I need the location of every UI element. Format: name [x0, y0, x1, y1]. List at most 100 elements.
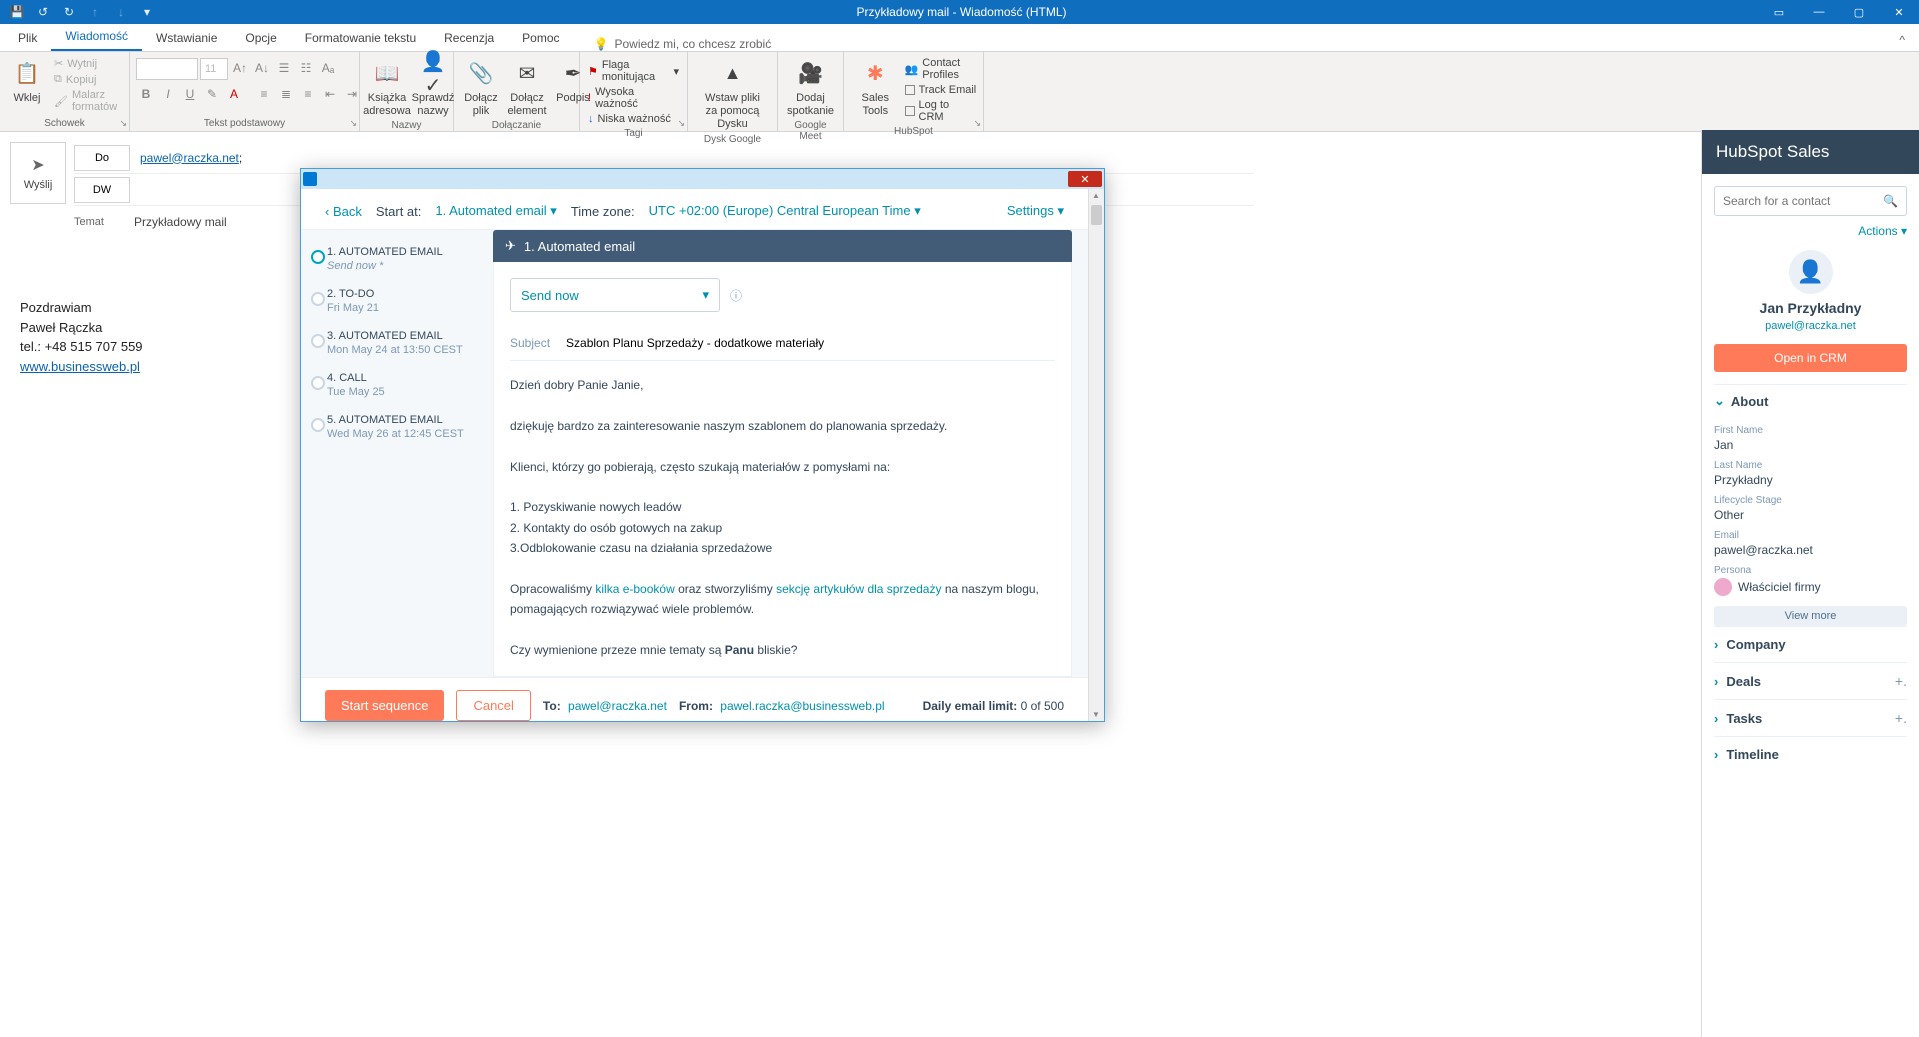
search-contact-input[interactable]: 🔍	[1714, 186, 1907, 216]
start-sequence-button[interactable]: Start sequence	[325, 690, 444, 721]
cc-button[interactable]: DW	[74, 177, 130, 203]
track-email-checkbox[interactable]: Track Email	[905, 83, 977, 97]
underline-button[interactable]: U	[180, 84, 200, 104]
minimize-button[interactable]: —	[1799, 0, 1839, 24]
tab-insert[interactable]: Wstawianie	[142, 25, 231, 51]
dialog-scrollbar[interactable]	[1088, 189, 1104, 721]
sequence-step[interactable]: 1. AUTOMATED EMAILSend now *	[327, 246, 477, 272]
deals-section[interactable]: ›Deals+.	[1714, 662, 1907, 699]
search-icon: 🔍	[1883, 194, 1898, 208]
qat-more-icon[interactable]: ▾	[138, 3, 156, 21]
tasks-section[interactable]: ›Tasks+.	[1714, 699, 1907, 736]
align-right-icon[interactable]: ≡	[298, 84, 318, 104]
chevron-down-icon: ▾	[702, 287, 709, 303]
hubspot-tools-button[interactable]: ✱Sales Tools	[850, 54, 901, 118]
add-deal-button[interactable]: +.	[1895, 673, 1907, 689]
email-template-body[interactable]: Dzień dobry Panie Janie, dziękuję bardzo…	[510, 361, 1055, 660]
tell-me-search[interactable]: 💡 Powiedz mi, co chcesz zrobić	[594, 37, 772, 51]
subject-field[interactable]: Przykładowy mail	[134, 215, 227, 229]
align-left-icon[interactable]: ≡	[254, 84, 274, 104]
styles-icon[interactable]: Aₐ	[318, 58, 338, 78]
high-importance-button[interactable]: !Wysoka ważność	[586, 85, 681, 111]
close-button[interactable]: ✕	[1879, 0, 1919, 24]
numbering-icon[interactable]: ☷	[296, 58, 316, 78]
contact-email-link[interactable]: pawel@raczka.net	[1714, 320, 1907, 332]
grow-font-icon[interactable]: A↑	[230, 58, 250, 78]
start-at-label: Start at:	[376, 204, 422, 219]
paste-label: Wklej	[14, 92, 41, 105]
hubspot-launcher-icon[interactable]: ↘	[973, 118, 981, 129]
to-recipient-link[interactable]: pawel@raczka.net	[140, 151, 239, 165]
dialog-close-button[interactable]: ✕	[1068, 171, 1102, 187]
about-section-header[interactable]: ⌄About	[1714, 384, 1907, 417]
cancel-button[interactable]: Cancel	[456, 690, 530, 721]
bullets-icon[interactable]: ☰	[274, 58, 294, 78]
tags-launcher-icon[interactable]: ↘	[677, 118, 685, 129]
tab-file[interactable]: Plik	[4, 25, 51, 51]
actions-dropdown[interactable]: Actions ▾	[1714, 224, 1907, 238]
sequence-step[interactable]: 5. AUTOMATED EMAILWed May 26 at 12:45 CE…	[327, 414, 477, 440]
font-family-select[interactable]	[136, 58, 198, 80]
tab-format[interactable]: Formatowanie tekstu	[291, 25, 430, 51]
subject-value[interactable]: Szablon Planu Sprzedaży - dodatkowe mate…	[566, 336, 824, 350]
send-button[interactable]: ➤ Wyślij	[10, 142, 66, 204]
scroll-thumb[interactable]	[1091, 205, 1102, 225]
signature-url-link[interactable]: www.businessweb.pl	[20, 359, 140, 374]
from-value[interactable]: pawel.raczka@businessweb.pl	[720, 699, 884, 713]
google-meet-button[interactable]: 🎥Dodaj spotkanie	[784, 54, 837, 118]
tab-help[interactable]: Pomoc	[508, 25, 573, 51]
send-timing-dropdown[interactable]: Send now▾	[510, 278, 720, 312]
collapse-ribbon-icon[interactable]: ^	[1895, 29, 1909, 51]
save-icon[interactable]: 💾	[8, 3, 26, 21]
ribbon-options-icon[interactable]: ▭	[1759, 0, 1799, 24]
sequence-step[interactable]: 2. TO-DOFri May 21	[327, 288, 477, 314]
info-icon[interactable]: ⓘ	[730, 287, 742, 304]
tab-options[interactable]: Opcje	[231, 25, 290, 51]
log-to-crm-checkbox[interactable]: Log to CRM	[905, 98, 977, 124]
add-task-button[interactable]: +.	[1895, 710, 1907, 726]
indent-out-icon[interactable]: ⇤	[320, 84, 340, 104]
dialog-titlebar[interactable]: ✕	[301, 169, 1104, 189]
company-section[interactable]: ›Company	[1714, 626, 1907, 662]
font-size-select[interactable]: 11	[200, 58, 228, 80]
view-more-button[interactable]: View more	[1714, 606, 1907, 626]
articles-link[interactable]: sekcję artykułów dla sprzedaży	[776, 582, 941, 596]
search-contact-field[interactable]	[1723, 194, 1883, 208]
back-button[interactable]: ‹ Back	[325, 204, 362, 219]
start-at-dropdown[interactable]: 1. Automated email ▾	[435, 203, 556, 219]
followup-flag-button[interactable]: ⚑Flaga monitująca ▾	[586, 58, 681, 84]
italic-button[interactable]: I	[158, 84, 178, 104]
attach-file-button[interactable]: 📎Dołącz plik	[460, 54, 502, 118]
undo-icon[interactable]: ↺	[34, 3, 52, 21]
tab-review[interactable]: Recenzja	[430, 25, 508, 51]
sequence-steps-list: 1. AUTOMATED EMAILSend now * 2. TO-DOFri…	[301, 230, 487, 677]
sequence-step[interactable]: 4. CALLTue May 25	[327, 372, 477, 398]
settings-dropdown[interactable]: Settings ▾	[1007, 203, 1064, 219]
bold-button[interactable]: B	[136, 84, 156, 104]
attach-item-button[interactable]: ✉Dołącz element	[506, 54, 548, 118]
font-launcher-icon[interactable]: ↘	[349, 118, 357, 129]
check-names-button[interactable]: 👤✓Sprawdź nazwy	[412, 54, 454, 118]
sequence-step[interactable]: 3. AUTOMATED EMAILMon May 24 at 13:50 CE…	[327, 330, 477, 356]
highlight-icon[interactable]: ✎	[202, 84, 222, 104]
to-button[interactable]: Do	[74, 145, 130, 171]
font-color-icon[interactable]: A	[224, 84, 244, 104]
redo-icon[interactable]: ↻	[60, 3, 78, 21]
timeline-section[interactable]: ›Timeline	[1714, 736, 1907, 772]
contact-profiles-button[interactable]: 👥Contact Profiles	[905, 56, 977, 82]
drive-insert-button[interactable]: ▲Wstaw pliki za pomocą Dysku	[694, 54, 771, 132]
to-field[interactable]: pawel@raczka.net;	[140, 151, 242, 165]
paste-button[interactable]: 📋 Wklej	[6, 54, 48, 105]
timezone-dropdown[interactable]: UTC +02:00 (Europe) Central European Tim…	[649, 203, 921, 219]
ebooks-link[interactable]: kilka e-booków	[595, 582, 674, 596]
indent-in-icon[interactable]: ⇥	[342, 84, 362, 104]
maximize-button[interactable]: ▢	[1839, 0, 1879, 24]
align-center-icon[interactable]: ≣	[276, 84, 296, 104]
open-in-crm-button[interactable]: Open in CRM	[1714, 344, 1907, 372]
to-value[interactable]: pawel@raczka.net	[568, 699, 667, 713]
clipboard-launcher-icon[interactable]: ↘	[119, 118, 127, 129]
shrink-font-icon[interactable]: A↓	[252, 58, 272, 78]
address-book-button[interactable]: 📖Książka adresowa	[366, 54, 408, 118]
low-importance-button[interactable]: ↓Niska ważność	[586, 112, 673, 126]
tab-message[interactable]: Wiadomość	[51, 23, 142, 51]
